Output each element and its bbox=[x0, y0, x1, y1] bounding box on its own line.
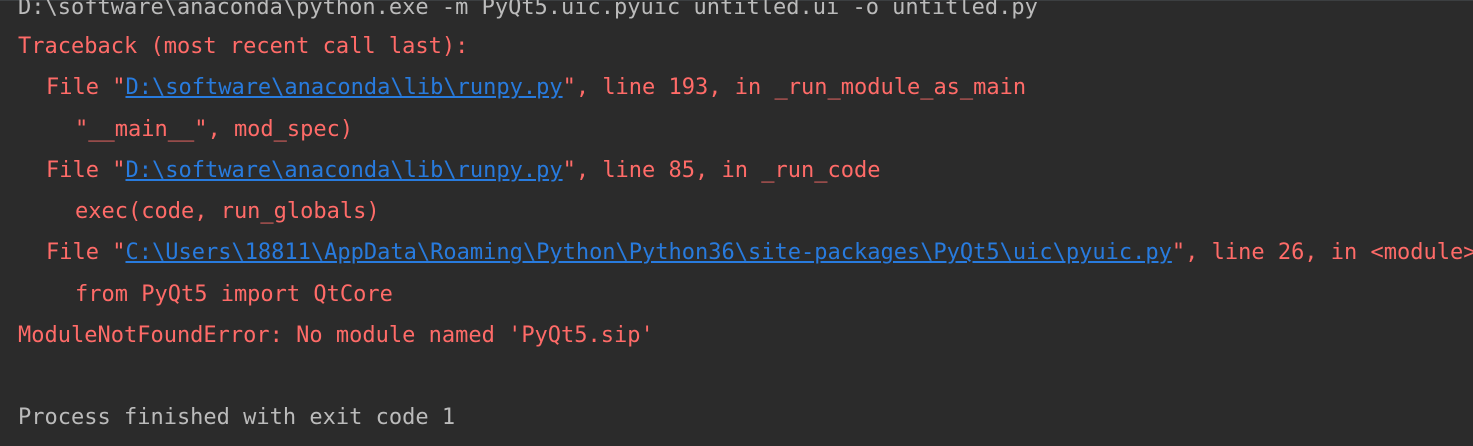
frame-1-suffix: ", line 193, in _run_module_as_main bbox=[562, 75, 1027, 100]
traceback-frame-1-code: "__main__", mod_spec) bbox=[75, 117, 354, 142]
command-line: D:\software\anaconda\python.exe -m PyQt5… bbox=[18, 0, 1038, 20]
frame-1-prefix: File " bbox=[46, 75, 126, 100]
run-console-output[interactable]: D:\software\anaconda\python.exe -m PyQt5… bbox=[0, 0, 1473, 446]
frame-2-path-link[interactable]: D:\software\anaconda\lib\runpy.py bbox=[125, 158, 562, 183]
frame-1-path-link[interactable]: D:\software\anaconda\lib\runpy.py bbox=[125, 75, 562, 100]
frame-3-path-link[interactable]: C:\Users\18811\AppData\Roaming\Python\Py… bbox=[125, 240, 1171, 265]
traceback-header: Traceback (most recent call last): bbox=[18, 34, 469, 59]
traceback-frame-3: File "C:\Users\18811\AppData\Roaming\Pyt… bbox=[0, 232, 1473, 273]
error-message: ModuleNotFoundError: No module named 'Py… bbox=[18, 323, 654, 348]
traceback-frame-2: File "D:\software\anaconda\lib\runpy.py"… bbox=[0, 150, 1473, 191]
traceback-frame-2-code: exec(code, run_globals) bbox=[75, 199, 380, 224]
frame-3-suffix: ", line 26, in <module> bbox=[1171, 240, 1473, 265]
traceback-frame-1: File "D:\software\anaconda\lib\runpy.py"… bbox=[0, 67, 1473, 108]
frame-2-suffix: ", line 85, in _run_code bbox=[562, 158, 881, 183]
frame-3-prefix: File " bbox=[46, 240, 126, 265]
traceback-frame-3-code: from PyQt5 import QtCore bbox=[75, 282, 393, 307]
exit-message: Process finished with exit code 1 bbox=[18, 405, 456, 430]
frame-2-prefix: File " bbox=[46, 158, 126, 183]
